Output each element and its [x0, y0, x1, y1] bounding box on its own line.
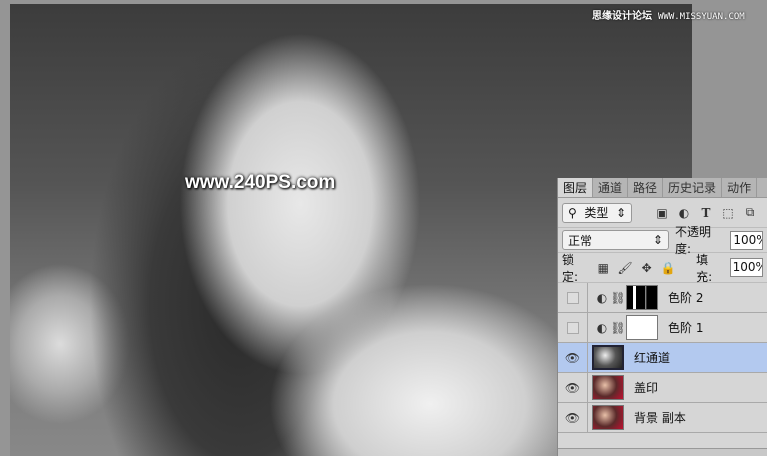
fill-label: 填充: — [696, 252, 713, 284]
opacity-input[interactable]: 100% — [730, 230, 763, 250]
watermark-site: www.240PS.com — [185, 172, 336, 193]
filter-kind-select[interactable]: ⚲ 类型 ⇕ — [562, 202, 632, 223]
lock-position-icon[interactable]: ✥ — [639, 261, 655, 275]
filter-row: ⚲ 类型 ⇕ ▣ ◐ T ⬚ ⧉ — [558, 198, 767, 228]
eye-icon[interactable]: 👁 — [558, 402, 588, 433]
layer-thumbnail[interactable] — [592, 345, 624, 370]
layer-name: 盖印 — [634, 381, 659, 395]
watermark-cn: 思缘设计论坛 — [592, 11, 652, 22]
blend-row: 正常⇕ 不透明度: 100% — [558, 225, 767, 256]
layer-row[interactable]: 👁 盖印 — [558, 372, 767, 403]
smart-object-icon[interactable]: ⧉ — [742, 205, 758, 220]
tab-channels[interactable]: 通道 — [593, 178, 629, 197]
hidden-checkbox[interactable] — [566, 321, 579, 334]
lock-paint-icon[interactable]: 🖌 — [617, 261, 633, 275]
layer-mask-thumbnail[interactable] — [626, 285, 658, 310]
layer-thumbnail[interactable] — [592, 405, 624, 430]
layer-name: 色阶 1 — [668, 321, 704, 335]
filter-kind-label: 类型 — [584, 206, 609, 220]
levels-adjustment-icon: ◐ — [596, 320, 608, 335]
tab-layers[interactable]: 图层 — [558, 178, 594, 197]
watermark-top: 思缘设计论坛 WWW.MISSYUAN.COM — [592, 7, 745, 22]
layer-name: 红通道 — [634, 351, 671, 365]
shape-icon[interactable]: ⬚ — [720, 206, 736, 220]
layer-row[interactable]: 👁 背景 副本 — [558, 402, 767, 433]
layers-panel: 图层 通道 路径 历史记录 动作 ⚲ 类型 ⇕ ▣ ◐ T ⬚ ⧉ 正常 ⇕ 不透明度… — [557, 178, 767, 456]
visibility-toggle[interactable] — [558, 312, 588, 343]
updown-icon: ⇕ — [615, 205, 626, 220]
tab-actions[interactable]: 动作 — [722, 178, 758, 197]
hidden-checkbox[interactable] — [566, 291, 579, 304]
search-icon: ⚲ — [568, 205, 577, 220]
blend-mode-select[interactable]: 正常 ⇕ — [562, 230, 669, 250]
lock-transparent-icon[interactable]: ▦ — [595, 261, 611, 275]
panel-tabs: 图层 通道 路径 历史记录 动作 — [558, 178, 767, 198]
visibility-toggle[interactable] — [558, 282, 588, 313]
blend-mode-label: 正常 — [568, 233, 593, 248]
link-icon[interactable]: ⛓ — [610, 291, 626, 305]
layer-name: 背景 副本 — [634, 411, 686, 425]
lock-all-icon[interactable]: 🔒 — [660, 261, 676, 275]
tab-paths[interactable]: 路径 — [628, 178, 664, 197]
lock-label: 锁定: — [562, 252, 579, 284]
panel-footer-toolbar — [558, 448, 767, 456]
eye-icon[interactable]: 👁 — [558, 372, 588, 403]
layer-name: 色阶 2 — [668, 291, 704, 305]
fill-input[interactable]: 100% — [729, 258, 764, 277]
tab-history[interactable]: 历史记录 — [663, 178, 723, 197]
layer-row-selected[interactable]: 👁 红通道 — [558, 342, 767, 373]
levels-adjustment-icon: ◐ — [596, 290, 608, 305]
lock-row: 锁定: ▦ 🖌 ✥ 🔒 填充: 100% — [558, 252, 767, 284]
layer-mask-thumbnail[interactable] — [626, 315, 658, 340]
eye-icon[interactable]: 👁 — [558, 342, 588, 373]
adjustment-icon[interactable]: ◐ — [676, 206, 692, 220]
watermark-url: WWW.MISSYUAN.COM — [658, 12, 745, 22]
link-icon[interactable]: ⛓ — [610, 321, 626, 335]
image-icon[interactable]: ▣ — [654, 206, 670, 220]
layer-row[interactable]: ◐ ⛓ 色阶 2 — [558, 282, 767, 313]
updown-icon: ⇕ — [652, 233, 663, 247]
type-icon[interactable]: T — [698, 206, 714, 220]
layer-row[interactable]: ◐ ⛓ 色阶 1 — [558, 312, 767, 343]
layer-thumbnail[interactable] — [592, 375, 624, 400]
